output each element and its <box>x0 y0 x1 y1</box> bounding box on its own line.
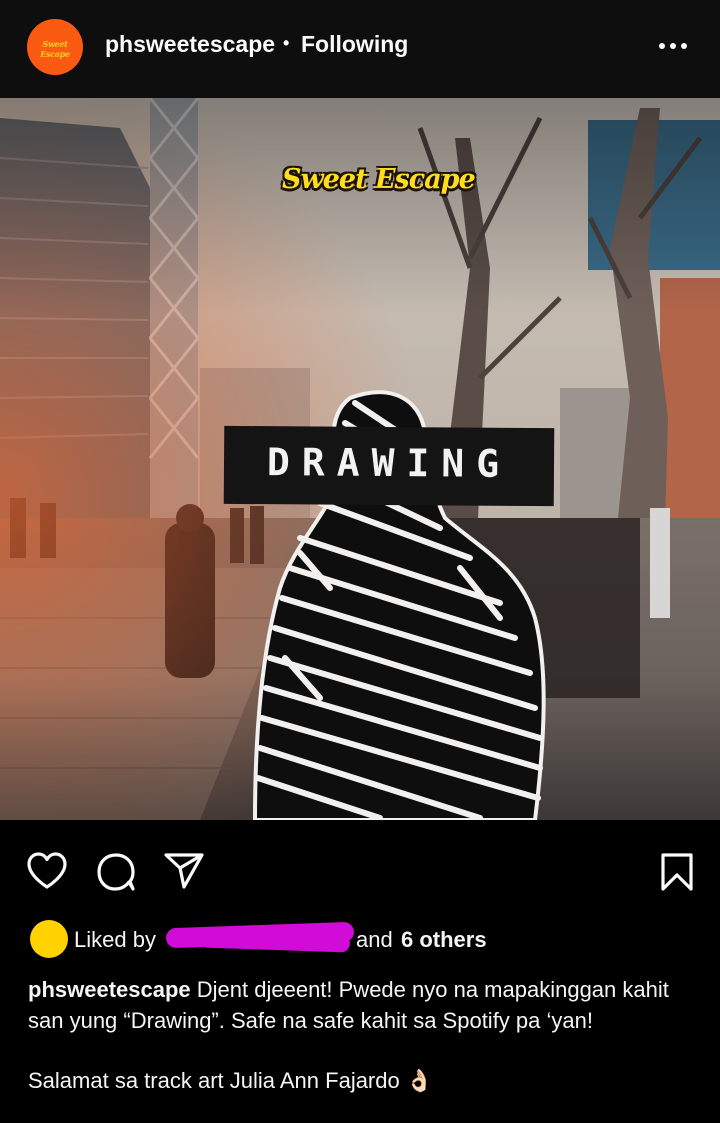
save-bookmark-icon[interactable] <box>660 852 694 892</box>
comment-icon[interactable] <box>95 851 137 893</box>
action-bar <box>0 820 720 920</box>
likes-others-link[interactable]: 6 others <box>401 927 487 953</box>
following-button[interactable]: Following <box>301 31 408 58</box>
avatar-logo-text: Sweet Escape <box>40 39 70 59</box>
caption-credit-line: Salamat sa track art Julia Ann Fajardo 👌… <box>28 1068 434 1093</box>
likes-conjunction: and <box>356 927 393 952</box>
like-heart-icon[interactable] <box>26 851 68 891</box>
redacted-username-stroke <box>199 929 351 953</box>
share-send-icon[interactable] <box>163 852 205 890</box>
brand-logo-text: Sweet Escape <box>282 164 476 195</box>
liked-by-label: Liked by <box>74 927 156 952</box>
track-title-text: DRAWING <box>266 440 512 486</box>
post-header: Sweet Escape phsweetescape • Following <box>0 0 720 98</box>
liker-avatar[interactable] <box>30 920 68 958</box>
track-title-box: DRAWING <box>223 425 555 507</box>
post-image[interactable]: Sweet Escape DRAWING <box>0 98 720 820</box>
caption-username[interactable]: phsweetescape <box>28 977 191 1002</box>
username-link[interactable]: phsweetescape <box>105 31 275 58</box>
more-options-icon[interactable] <box>657 36 689 56</box>
profile-avatar[interactable]: Sweet Escape <box>27 19 83 75</box>
likes-summary[interactable]: Liked by and 6 others <box>0 918 720 960</box>
separator-dot: • <box>283 33 290 53</box>
post-caption: phsweetescape Djent djeeent! Pwede nyo n… <box>28 974 698 1096</box>
